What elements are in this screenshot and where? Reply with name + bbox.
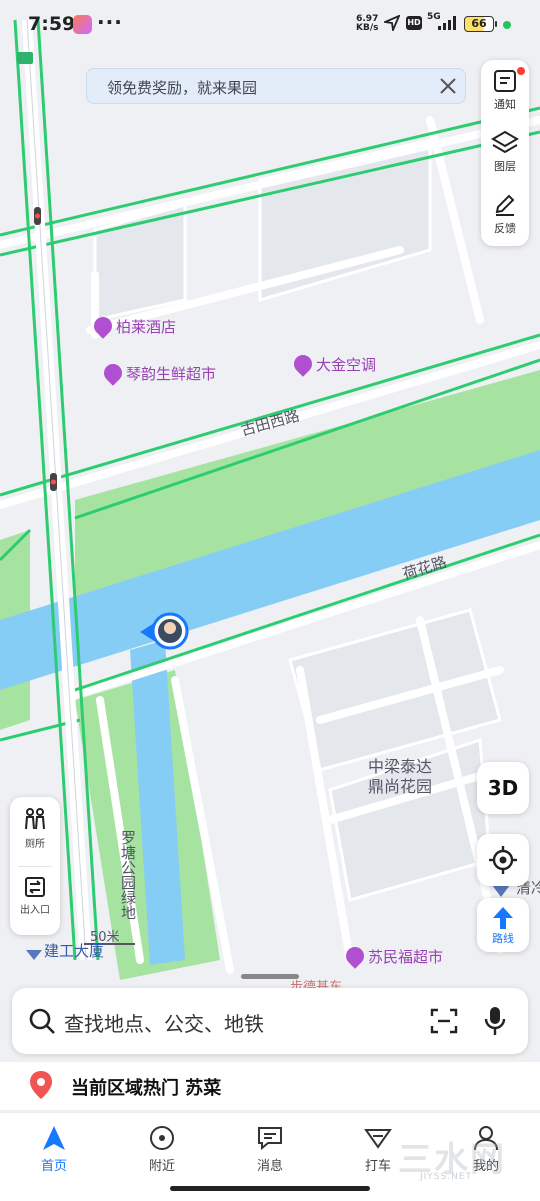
- poi-aircon[interactable]: 大金空调: [290, 351, 376, 377]
- tab-home[interactable]: 首页: [18, 1125, 90, 1174]
- crosshair-icon: [489, 846, 517, 874]
- status-time: 7:59: [28, 13, 76, 35]
- route-button[interactable]: 路线: [477, 898, 529, 952]
- entrance-button[interactable]: 出入口: [10, 865, 60, 931]
- more-notifications-icon: ···: [97, 10, 123, 34]
- route-arrow-icon: [493, 907, 513, 929]
- edit-icon: [495, 194, 515, 216]
- hot-area-text: 当前区域热门 苏菜: [71, 1078, 222, 1099]
- net-speed: 6.97 KB/s: [356, 14, 379, 33]
- reward-banner[interactable]: 领免费奖励，就来果园: [86, 68, 466, 104]
- search-icon: [29, 1008, 55, 1034]
- poi-supermarket[interactable]: 琴韵生鲜超市: [100, 360, 216, 386]
- home-indicator[interactable]: [170, 1186, 370, 1191]
- compass-pin-icon: [150, 1126, 174, 1150]
- unread-dot: [517, 67, 525, 75]
- battery-icon: 66: [464, 16, 497, 32]
- location-pin-icon: [30, 1071, 52, 1099]
- toilet-button[interactable]: 厕所: [10, 797, 60, 863]
- area-label-community: 中梁泰达 鼎尚花园: [368, 757, 433, 796]
- banner-text: 领免费奖励，就来果园: [107, 79, 258, 97]
- notify-button[interactable]: 通知: [481, 62, 529, 122]
- distance-label: 50米: [90, 930, 120, 945]
- hot-area-row[interactable]: 当前区域热门 苏菜: [0, 1062, 540, 1110]
- sheet-drag-handle[interactable]: [241, 974, 299, 979]
- feedback-button[interactable]: 反馈: [481, 186, 529, 246]
- close-icon[interactable]: [437, 75, 459, 97]
- location-arrow-icon: [384, 15, 400, 31]
- watermark-url: JIYSS.NET: [420, 1172, 473, 1182]
- hd-icon: HD: [406, 16, 422, 30]
- scan-icon[interactable]: [430, 1008, 458, 1034]
- tab-messages[interactable]: 消息: [234, 1125, 306, 1174]
- 3d-button[interactable]: 3D: [477, 762, 529, 814]
- layers-icon: [491, 130, 519, 154]
- status-bar: 7:59 ··· 6.97 KB/s HD 5G 66: [0, 0, 540, 50]
- toilet-icon: [25, 808, 45, 830]
- map-tools-panel: 通知 图层 反馈: [481, 60, 529, 246]
- app-notification-icon: [73, 15, 92, 34]
- park-label: 罗塘公园绿地: [119, 830, 137, 920]
- poi-hotel[interactable]: 柏莱酒店: [90, 313, 176, 339]
- message-icon: [258, 1127, 282, 1151]
- locate-button[interactable]: [477, 834, 529, 886]
- privacy-indicator-icon: [503, 21, 511, 29]
- signal-icon: [438, 16, 456, 30]
- entrance-icon: [25, 877, 45, 897]
- poi-sumin[interactable]: 苏民福超市: [342, 943, 443, 969]
- search-input[interactable]: 查找地点、公交、地铁: [64, 1008, 264, 1037]
- navigation-arrow-icon: [43, 1126, 65, 1150]
- layers-button[interactable]: 图层: [481, 124, 529, 184]
- facility-panel: 厕所 出入口: [10, 797, 60, 935]
- microphone-icon[interactable]: [484, 1006, 506, 1036]
- tab-nearby[interactable]: 附近: [126, 1125, 198, 1174]
- search-bar[interactable]: 查找地点、公交、地铁: [12, 988, 528, 1054]
- notification-icon: [494, 70, 516, 92]
- taxi-icon: [364, 1129, 392, 1149]
